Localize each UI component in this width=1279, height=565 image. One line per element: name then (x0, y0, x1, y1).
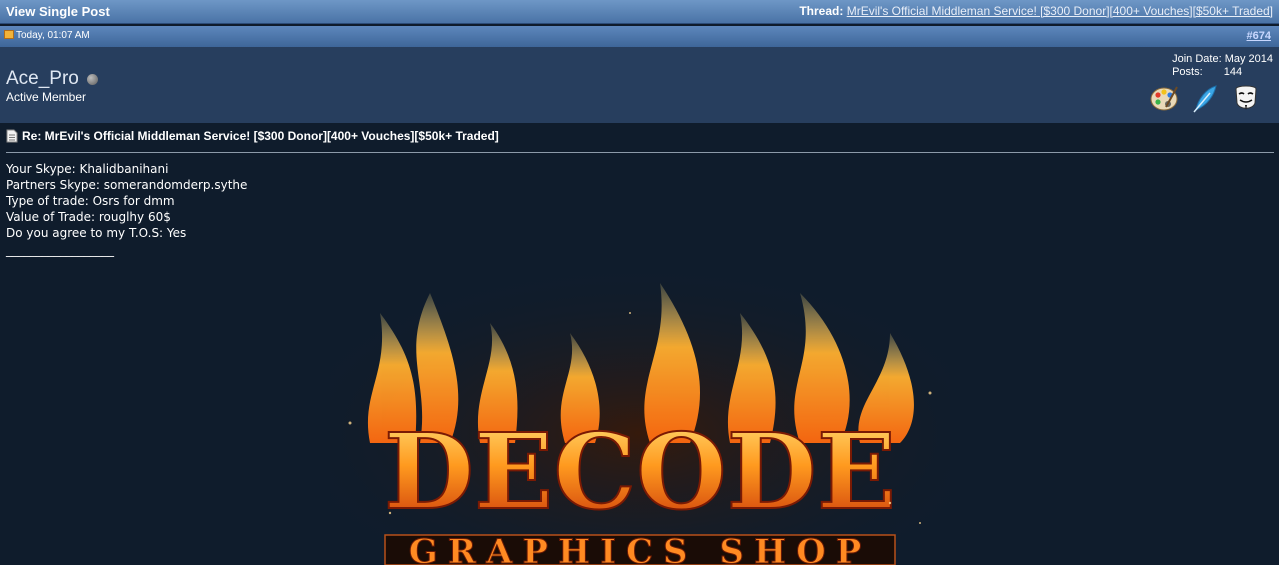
offline-status-icon (86, 74, 98, 85)
post-title-text: Re: MrEvil's Official Middleman Service!… (22, 129, 499, 143)
thread-breadcrumb: Thread: MrEvil's Official Middleman Serv… (799, 4, 1273, 18)
thread-link[interactable]: MrEvil's Official Middleman Service! [$3… (847, 4, 1273, 18)
join-date-row: Join Date: May 2014 (1172, 53, 1273, 66)
post-body: Your Skype: Khalidbanihani Partners Skyp… (6, 161, 247, 241)
post-line-partner: Partners Skype: somerandomderp.sythe (6, 178, 248, 192)
post-line-tos: Do you agree to my T.O.S: Yes (6, 226, 187, 240)
user-awards (1143, 83, 1261, 115)
post-line-trade-value: Value of Trade: rouglhy 60$ (6, 210, 171, 224)
user-title: Active Member (6, 90, 87, 104)
thread-label: Thread: (799, 4, 844, 18)
document-icon (6, 129, 18, 143)
palette-icon[interactable] (1149, 83, 1179, 113)
post-date-bar: Today, 01:07 AM #674 (0, 26, 1279, 47)
post-line-trade-type: Type of trade: Osrs for dmm (6, 194, 175, 208)
user-stats: Join Date: May 2014 Posts: 144 (1172, 53, 1273, 79)
posts-label: Posts: (1172, 66, 1203, 78)
join-date-value: May 2014 (1224, 53, 1273, 65)
page-title: View Single Post (6, 4, 110, 19)
post-content-area: Re: MrEvil's Official Middleman Service!… (0, 123, 1279, 565)
guy-fawkes-mask-icon[interactable] (1231, 83, 1261, 113)
join-date-label: Join Date: (1172, 53, 1222, 65)
top-header-bar: View Single Post Thread: MrEvil's Offici… (0, 0, 1279, 24)
title-divider (6, 152, 1274, 153)
posts-row: Posts: 144 (1172, 66, 1273, 79)
signature-separator: __________________ (6, 243, 114, 257)
user-info-bar: Ace_Pro Active Member Join Date: May 201… (0, 47, 1279, 123)
posts-value: 144 (1223, 66, 1243, 78)
banner-sub-text: GRAPHICS SHOP (409, 532, 872, 565)
feather-icon[interactable] (1190, 83, 1220, 113)
post-number-link[interactable]: #674 (1247, 30, 1271, 42)
post-date-text: Today, 01:07 AM (16, 30, 90, 41)
post-title: Re: MrEvil's Official Middleman Service!… (6, 129, 499, 143)
post-line-skype: Your Skype: Khalidbanihani (6, 162, 169, 176)
username-wrap: Ace_Pro (6, 68, 98, 90)
post-date: Today, 01:07 AM (4, 30, 90, 41)
post-status-icon (4, 30, 14, 39)
banner-main-text: DECODE (384, 410, 896, 533)
username-link[interactable]: Ace_Pro (6, 68, 79, 89)
signature-banner-image: DECODE GRAPHICS SHOP (330, 273, 950, 565)
